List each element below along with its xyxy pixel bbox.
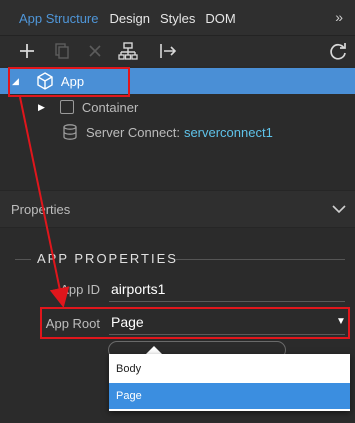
section-divider-right [175,259,345,260]
section-divider-left [15,259,31,260]
properties-header[interactable]: Properties [0,190,355,228]
tree-label-container: Container [81,99,139,115]
tab-design[interactable]: Design [110,10,150,26]
tree-value-serverconnect: serverconnect1 [183,124,273,140]
plus-icon[interactable] [16,40,38,62]
tree-item-container[interactable]: ▶ Container [38,95,138,119]
app-id-label: App ID [60,282,100,297]
container-icon [59,100,74,114]
dropdown-option-body[interactable]: Body [109,356,350,382]
annotation-box-app-root [40,307,350,339]
move-out-icon[interactable] [157,40,179,62]
tree-item-server-connect[interactable]: Server Connect: serverconnect1 [62,120,273,144]
properties-title: Properties [11,202,71,217]
section-title-app-properties: APP PROPERTIES [37,251,178,266]
database-icon [62,123,78,141]
app-id-underline [109,301,345,302]
dropdown-option-page[interactable]: Page [109,383,350,409]
tab-app-structure[interactable]: App Structure [19,10,99,26]
annotation-box-app [8,67,130,97]
copy-icon[interactable] [51,40,73,62]
refresh-icon[interactable] [327,40,349,62]
tab-dom[interactable]: DOM [205,10,235,26]
tab-styles[interactable]: Styles [160,10,195,26]
app-id-input[interactable]: airports1 [111,281,165,297]
more-tabs-icon[interactable]: » [335,9,343,25]
dropdown-pointer [146,346,162,354]
app-root-dropdown: Body Page [109,354,350,411]
chevron-down-icon[interactable] [331,201,347,217]
structure-icon[interactable] [117,40,139,62]
tree-label-server-connect: Server Connect: [86,124,180,140]
expand-triangle-icon[interactable]: ▶ [38,102,45,113]
structure-toolbar [0,36,355,66]
panel-tabs: App Structure Design Styles DOM » [0,0,355,36]
delete-icon[interactable] [84,40,106,62]
